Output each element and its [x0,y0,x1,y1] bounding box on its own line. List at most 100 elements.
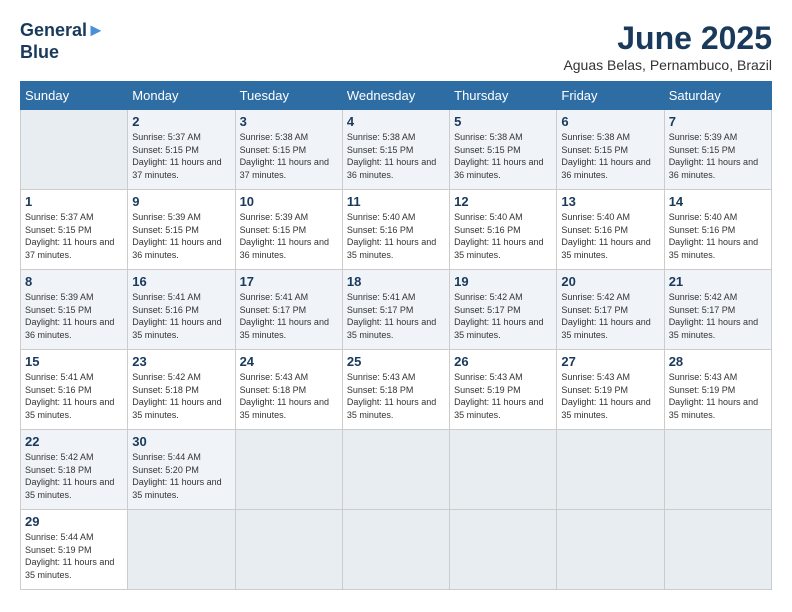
day-number: 24 [240,354,338,369]
day-info: Sunrise: 5:43 AMSunset: 5:19 PMDaylight:… [669,371,767,421]
calendar-week-row: 1Sunrise: 5:37 AMSunset: 5:15 PMDaylight… [21,190,772,270]
calendar-cell: 29Sunrise: 5:44 AMSunset: 5:19 PMDayligh… [21,510,128,590]
day-number: 7 [669,114,767,129]
calendar-cell: 20Sunrise: 5:42 AMSunset: 5:17 PMDayligh… [557,270,664,350]
day-info: Sunrise: 5:42 AMSunset: 5:18 PMDaylight:… [132,371,230,421]
day-info: Sunrise: 5:38 AMSunset: 5:15 PMDaylight:… [347,131,445,181]
day-info: Sunrise: 5:40 AMSunset: 5:16 PMDaylight:… [669,211,767,261]
calendar-week-row: 15 Sunrise: 5:41 AMSunset: 5:16 PMDayligh… [21,350,772,430]
day-number: 22 [25,434,123,449]
calendar-cell: 22 Sunrise: 5:42 AMSunset: 5:18 PMDayligh… [21,430,128,510]
calendar-week-row: 22 Sunrise: 5:42 AMSunset: 5:18 PMDayligh… [21,430,772,510]
calendar-cell [557,430,664,510]
day-info: Sunrise: 5:39 AMSunset: 5:15 PMDaylight:… [132,211,230,261]
day-number: 14 [669,194,767,209]
calendar-cell: 3 Sunrise: 5:38 AMSunset: 5:15 PMDaylight… [235,110,342,190]
calendar-week-row: 8 Sunrise: 5:39 AMSunset: 5:15 PMDaylight… [21,270,772,350]
day-info: Sunrise: 5:42 AMSunset: 5:17 PMDaylight:… [454,291,552,341]
calendar-body: 2Sunrise: 5:37 AMSunset: 5:15 PMDaylight… [21,110,772,590]
calendar-cell: 17 Sunrise: 5:41 AMSunset: 5:17 PMDayligh… [235,270,342,350]
day-info: Sunrise: 5:41 AMSunset: 5:17 PMDaylight:… [240,291,338,341]
calendar-cell: 9Sunrise: 5:39 AMSunset: 5:15 PMDaylight… [128,190,235,270]
calendar-cell: 15 Sunrise: 5:41 AMSunset: 5:16 PMDayligh… [21,350,128,430]
day-number: 18 [347,274,445,289]
day-number: 13 [561,194,659,209]
day-info: Sunrise: 5:38 AMSunset: 5:15 PMDaylight:… [561,131,659,181]
calendar-week-row: 2Sunrise: 5:37 AMSunset: 5:15 PMDaylight… [21,110,772,190]
calendar-cell: 12 Sunrise: 5:40 AMSunset: 5:16 PMDayligh… [450,190,557,270]
title-block: June 2025 Aguas Belas, Pernambuco, Brazi… [563,20,772,73]
calendar-cell: 26Sunrise: 5:43 AMSunset: 5:19 PMDayligh… [450,350,557,430]
day-info: Sunrise: 5:41 AMSunset: 5:16 PMDaylight:… [25,371,123,421]
calendar-cell: 21 Sunrise: 5:42 AMSunset: 5:17 PMDayligh… [664,270,771,350]
column-header-monday: Monday [128,82,235,110]
column-header-tuesday: Tuesday [235,82,342,110]
day-info: Sunrise: 5:39 AMSunset: 5:15 PMDaylight:… [240,211,338,261]
day-number: 28 [669,354,767,369]
calendar-cell [557,510,664,590]
calendar-cell: 10Sunrise: 5:39 AMSunset: 5:15 PMDayligh… [235,190,342,270]
day-info: Sunrise: 5:41 AMSunset: 5:17 PMDaylight:… [347,291,445,341]
day-info: Sunrise: 5:39 AMSunset: 5:15 PMDaylight:… [669,131,767,181]
day-number: 27 [561,354,659,369]
day-info: Sunrise: 5:41 AMSunset: 5:16 PMDaylight:… [132,291,230,341]
page-header: General►Blue June 2025 Aguas Belas, Pern… [20,20,772,73]
day-number: 20 [561,274,659,289]
day-info: Sunrise: 5:40 AMSunset: 5:16 PMDaylight:… [561,211,659,261]
calendar-cell: 30Sunrise: 5:44 AMSunset: 5:20 PMDayligh… [128,430,235,510]
day-info: Sunrise: 5:43 AMSunset: 5:18 PMDaylight:… [347,371,445,421]
column-header-thursday: Thursday [450,82,557,110]
column-header-friday: Friday [557,82,664,110]
day-info: Sunrise: 5:37 AMSunset: 5:15 PMDaylight:… [25,211,123,261]
calendar-cell: 5 Sunrise: 5:38 AMSunset: 5:15 PMDaylight… [450,110,557,190]
calendar-cell: 11 Sunrise: 5:40 AMSunset: 5:16 PMDayligh… [342,190,449,270]
column-header-sunday: Sunday [21,82,128,110]
day-info: Sunrise: 5:43 AMSunset: 5:19 PMDaylight:… [454,371,552,421]
day-info: Sunrise: 5:44 AMSunset: 5:19 PMDaylight:… [25,531,123,581]
day-number: 3 [240,114,338,129]
day-info: Sunrise: 5:39 AMSunset: 5:15 PMDaylight:… [25,291,123,341]
day-number: 25 [347,354,445,369]
calendar-cell [450,430,557,510]
calendar-cell [342,430,449,510]
calendar-cell: 16Sunrise: 5:41 AMSunset: 5:16 PMDayligh… [128,270,235,350]
day-info: Sunrise: 5:43 AMSunset: 5:19 PMDaylight:… [561,371,659,421]
calendar-cell: 28 Sunrise: 5:43 AMSunset: 5:19 PMDayligh… [664,350,771,430]
month-title: June 2025 [563,20,772,57]
day-info: Sunrise: 5:38 AMSunset: 5:15 PMDaylight:… [240,131,338,181]
calendar-cell: 25 Sunrise: 5:43 AMSunset: 5:18 PMDayligh… [342,350,449,430]
day-number: 8 [25,274,123,289]
day-number: 5 [454,114,552,129]
day-info: Sunrise: 5:40 AMSunset: 5:16 PMDaylight:… [347,211,445,261]
calendar-table: SundayMondayTuesdayWednesdayThursdayFrid… [20,81,772,590]
calendar-cell [342,510,449,590]
calendar-cell: 23Sunrise: 5:42 AMSunset: 5:18 PMDayligh… [128,350,235,430]
calendar-cell: 6Sunrise: 5:38 AMSunset: 5:15 PMDaylight… [557,110,664,190]
day-number: 17 [240,274,338,289]
day-number: 19 [454,274,552,289]
day-number: 11 [347,194,445,209]
calendar-cell: 2Sunrise: 5:37 AMSunset: 5:15 PMDaylight… [128,110,235,190]
calendar-cell: 14 Sunrise: 5:40 AMSunset: 5:16 PMDayligh… [664,190,771,270]
day-info: Sunrise: 5:42 AMSunset: 5:17 PMDaylight:… [669,291,767,341]
calendar-header-row: SundayMondayTuesdayWednesdayThursdayFrid… [21,82,772,110]
day-info: Sunrise: 5:38 AMSunset: 5:15 PMDaylight:… [454,131,552,181]
calendar-week-row: 29Sunrise: 5:44 AMSunset: 5:19 PMDayligh… [21,510,772,590]
calendar-cell [450,510,557,590]
day-info: Sunrise: 5:40 AMSunset: 5:16 PMDaylight:… [454,211,552,261]
calendar-cell: 19 Sunrise: 5:42 AMSunset: 5:17 PMDayligh… [450,270,557,350]
calendar-cell: 8 Sunrise: 5:39 AMSunset: 5:15 PMDaylight… [21,270,128,350]
day-info: Sunrise: 5:44 AMSunset: 5:20 PMDaylight:… [132,451,230,501]
day-info: Sunrise: 5:42 AMSunset: 5:18 PMDaylight:… [25,451,123,501]
calendar-cell: 24Sunrise: 5:43 AMSunset: 5:18 PMDayligh… [235,350,342,430]
day-number: 21 [669,274,767,289]
calendar-cell: 27 Sunrise: 5:43 AMSunset: 5:19 PMDayligh… [557,350,664,430]
calendar-cell [664,430,771,510]
day-number: 12 [454,194,552,209]
calendar-cell [235,510,342,590]
day-number: 15 [25,354,123,369]
column-header-saturday: Saturday [664,82,771,110]
calendar-cell [664,510,771,590]
location-subtitle: Aguas Belas, Pernambuco, Brazil [563,57,772,73]
calendar-cell: 4Sunrise: 5:38 AMSunset: 5:15 PMDaylight… [342,110,449,190]
